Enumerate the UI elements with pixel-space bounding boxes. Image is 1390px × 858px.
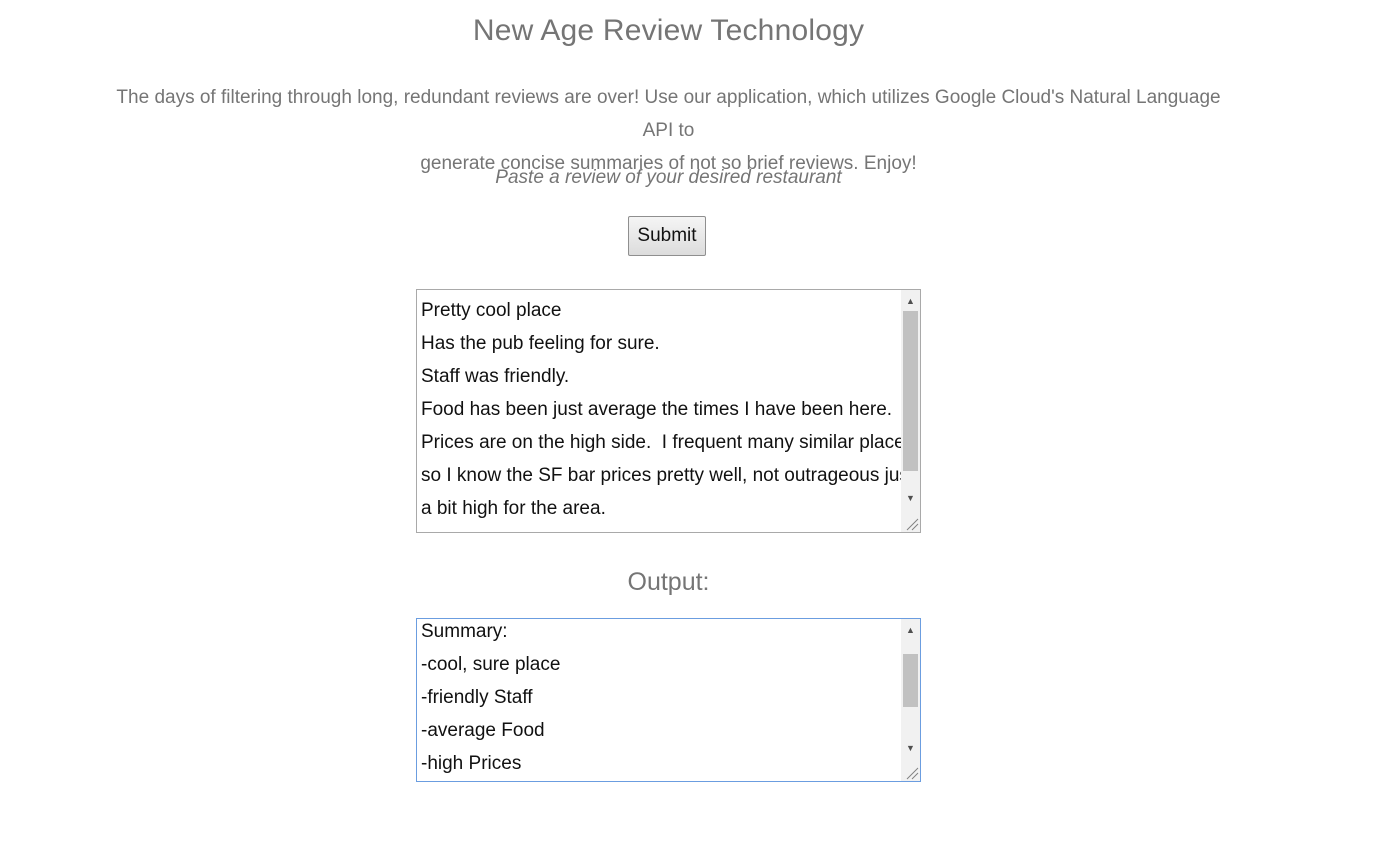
output-line: -high Prices	[421, 753, 522, 774]
review-line: Staff was friendly.	[421, 366, 570, 387]
output-textarea[interactable]: Summary: -cool, sure place -friendly Sta…	[416, 618, 921, 782]
output-label: Output:	[627, 568, 710, 596]
page-description: The days of filtering through long, redu…	[100, 81, 1237, 180]
scroll-up-arrow-icon[interactable]: ▲	[901, 293, 920, 309]
scroll-down-arrow-icon[interactable]: ▼	[901, 490, 920, 506]
output-scrollbar[interactable]: ▲ ▼	[901, 619, 920, 781]
description-line-1: The days of filtering through long, redu…	[116, 87, 1221, 141]
resize-grip-icon[interactable]	[901, 513, 920, 532]
review-line: a bit high for the area.	[421, 498, 606, 519]
output-line: -cool, sure place	[421, 654, 561, 675]
review-textarea[interactable]: Pretty cool place Has the pub feeling fo…	[416, 289, 921, 533]
output-text[interactable]: Summary: -cool, sure place -friendly Sta…	[421, 619, 901, 780]
output-line: -average Food	[421, 720, 545, 741]
resize-grip-icon[interactable]	[901, 762, 920, 781]
output-scrollbar-thumb[interactable]	[903, 654, 918, 707]
review-prompt: Paste a review of your desired restauran…	[495, 167, 842, 188]
page-title: New Age Review Technology	[472, 14, 865, 47]
review-line: Prices are on the high side. I frequent …	[421, 432, 905, 453]
review-line: Food has been just average the times I h…	[421, 399, 893, 420]
review-line: Has the pub feeling for sure.	[421, 333, 660, 354]
scroll-down-arrow-icon[interactable]: ▼	[901, 740, 920, 756]
review-line: Pretty cool place	[421, 300, 562, 321]
review-line: so I know the SF bar prices pretty well,…	[421, 465, 915, 486]
scroll-up-arrow-icon[interactable]: ▲	[901, 622, 920, 638]
review-scrollbar-thumb[interactable]	[903, 311, 918, 471]
review-scrollbar[interactable]: ▲ ▼	[901, 290, 920, 532]
output-line: Summary:	[421, 621, 508, 642]
review-text[interactable]: Pretty cool place Has the pub feeling fo…	[421, 294, 915, 525]
submit-button[interactable]: Submit	[628, 216, 706, 256]
output-line: -friendly Staff	[421, 687, 533, 708]
